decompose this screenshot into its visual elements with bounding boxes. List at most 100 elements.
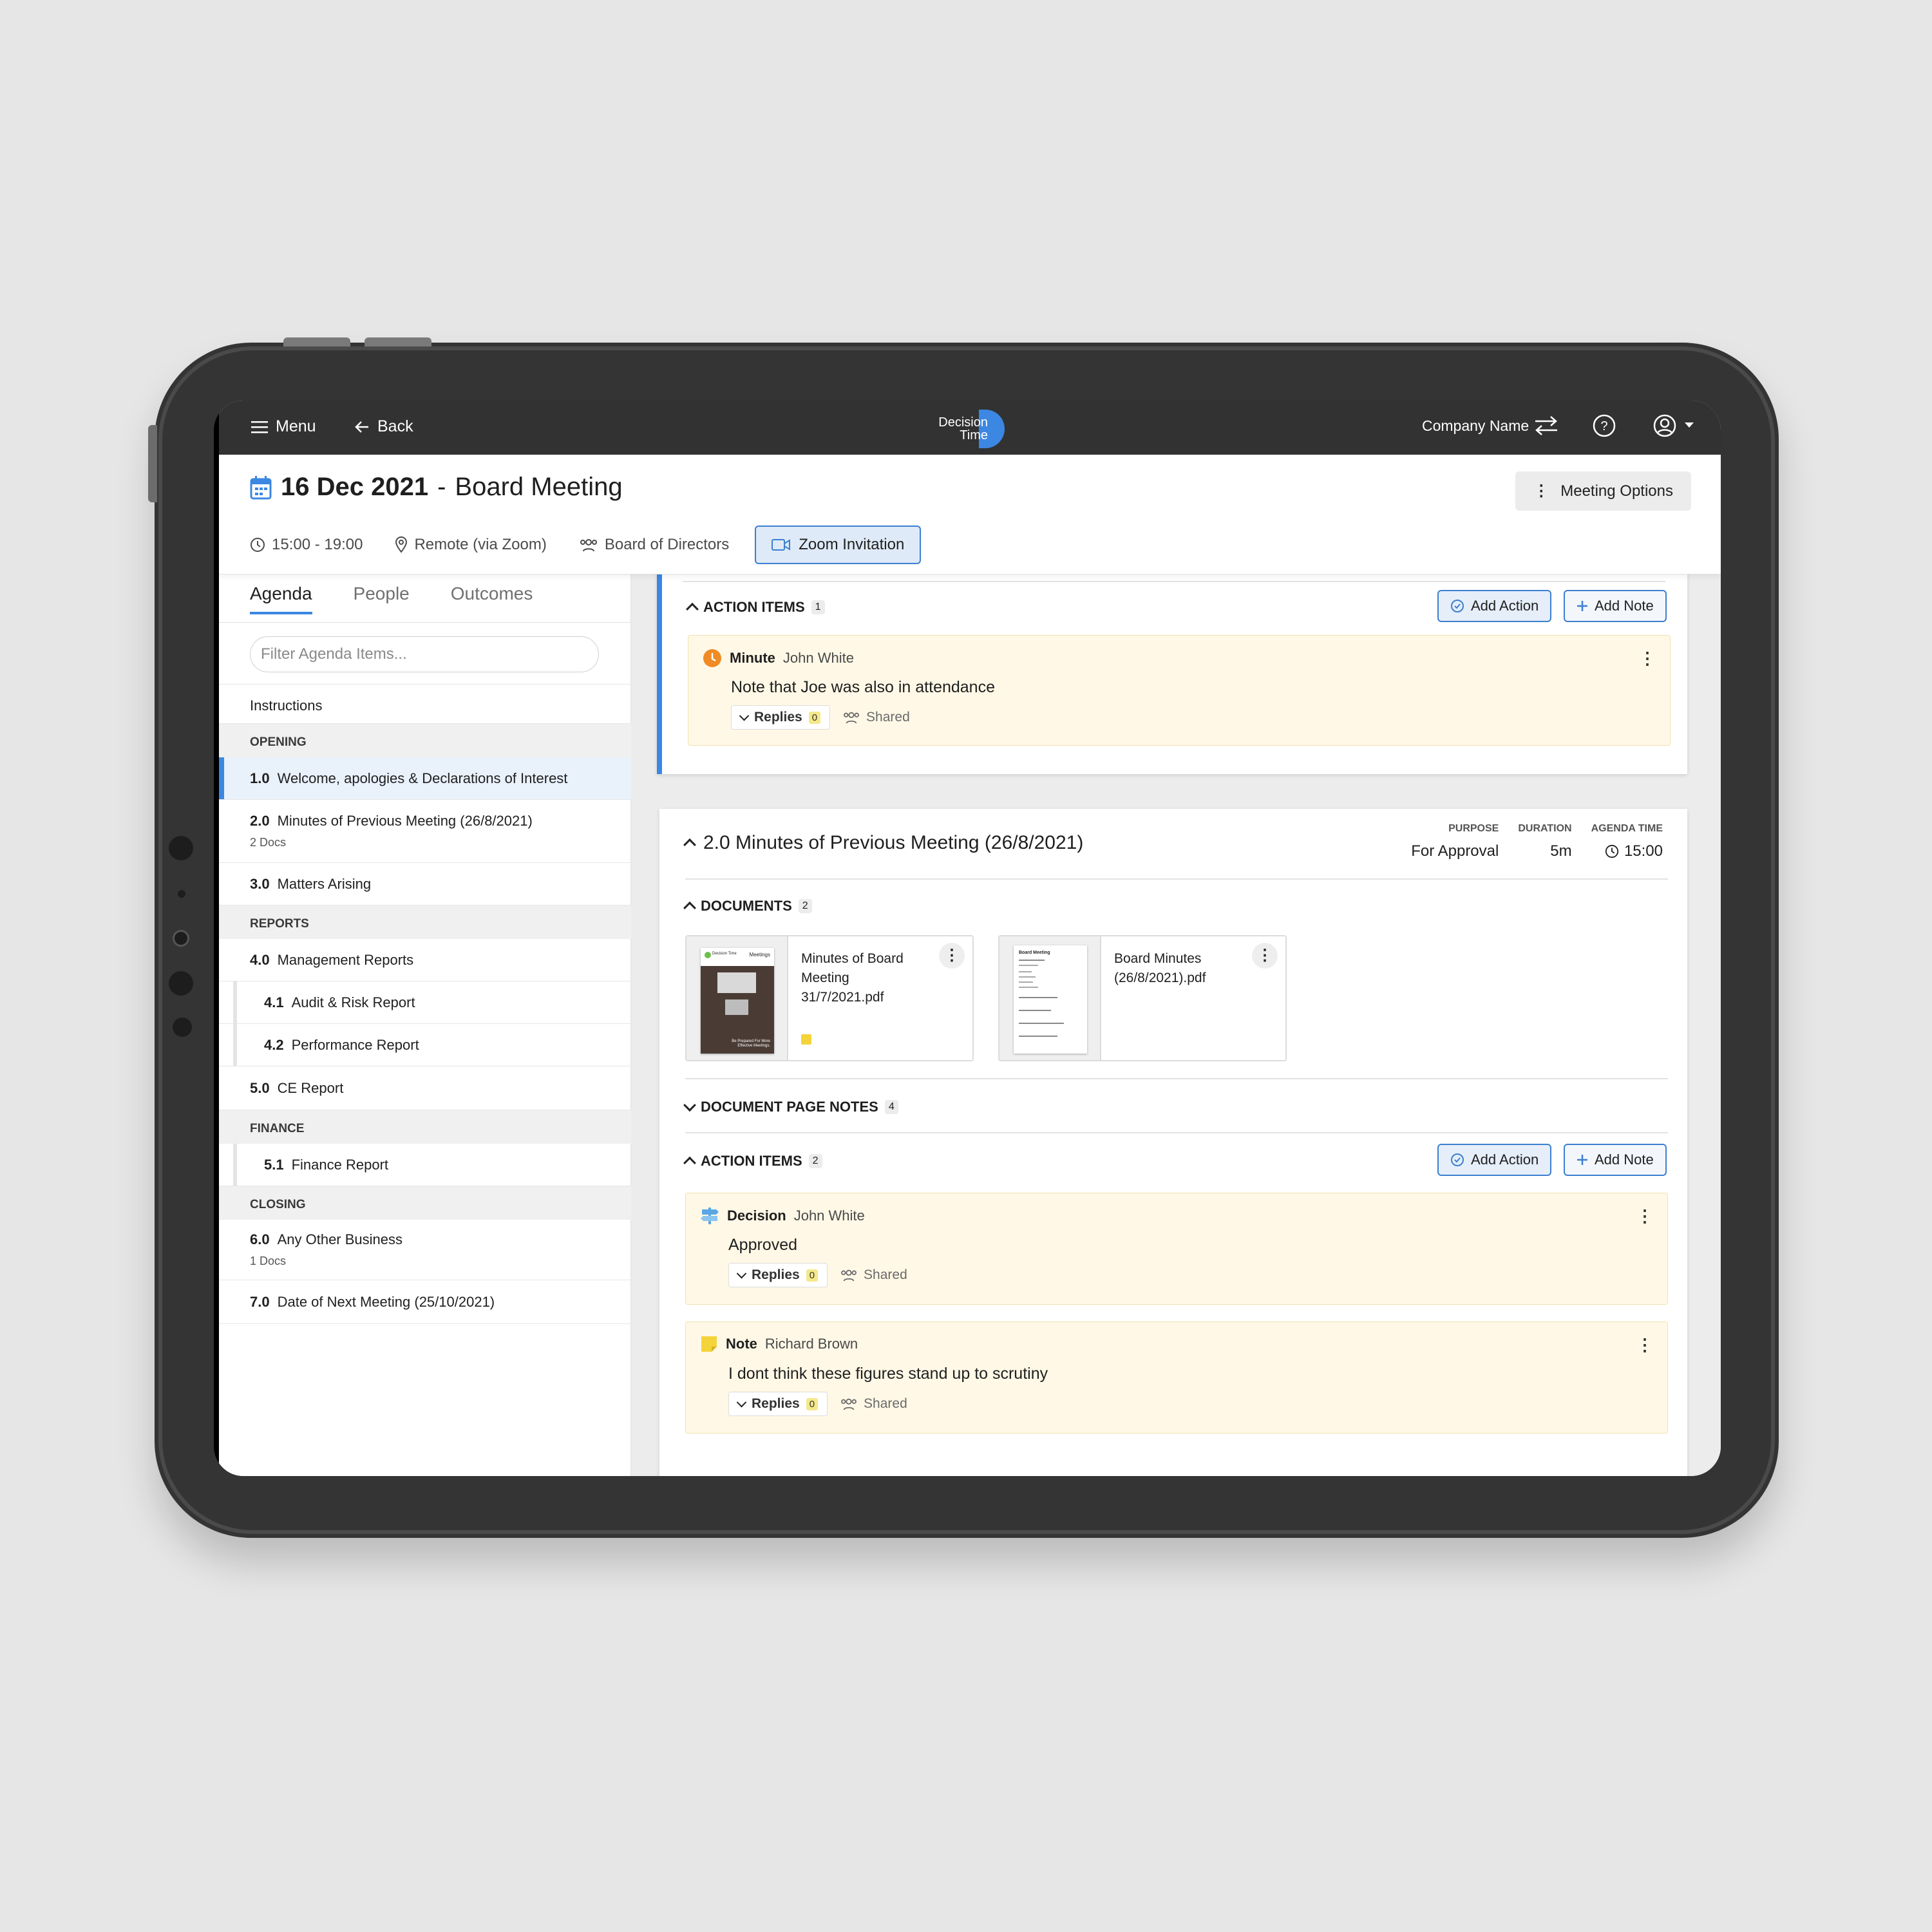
video-camera-icon <box>772 539 791 551</box>
agenda-instructions[interactable]: Instructions <box>219 684 631 724</box>
note-author: John White <box>782 650 854 666</box>
agenda-item-card-1-0: ACTION ITEMS 1 Add Action Add Note Minut… <box>657 574 1687 774</box>
action-items-header[interactable]: ACTION ITEMS 2 <box>683 1153 822 1170</box>
signpost-icon <box>701 1208 719 1224</box>
meeting-options-button[interactable]: ⋮ Meeting Options <box>1515 471 1691 511</box>
help-icon: ? <box>1593 414 1616 437</box>
add-action-button[interactable]: Add Action <box>1437 590 1552 622</box>
meeting-group-label: Board of Directors <box>604 536 730 553</box>
section-closing: CLOSING <box>219 1186 631 1220</box>
documents-count: 2 <box>798 899 812 913</box>
documents-label: DOCUMENTS <box>701 898 792 914</box>
replies-label: Replies <box>752 1267 800 1282</box>
meeting-date: 16 Dec 2021 <box>281 473 429 501</box>
agenda-item-label: Management Reports <box>277 951 414 968</box>
camera-sensor <box>169 836 193 860</box>
replies-button[interactable]: Replies 0 <box>731 705 831 730</box>
add-note-button[interactable]: Add Note <box>1564 1144 1667 1176</box>
agenda-item-4-2[interactable]: 4.2 Performance Report <box>219 1024 631 1066</box>
agenda-item-label: Audit & Risk Report <box>291 994 415 1010</box>
note-footer: Replies 0 Shared <box>728 1263 907 1287</box>
note-kebab-menu[interactable]: ⋮ <box>1636 1335 1653 1355</box>
document-page-notes-header[interactable]: DOCUMENT PAGE NOTES 4 <box>683 1099 898 1115</box>
replies-button[interactable]: Replies 0 <box>728 1392 828 1416</box>
agenda-item-5-1[interactable]: 5.1 Finance Report <box>219 1144 631 1186</box>
chevron-down-icon <box>736 1268 747 1278</box>
tab-outcomes[interactable]: Outcomes <box>451 583 533 614</box>
chevron-up-icon <box>683 1156 696 1170</box>
shared-indicator: Shared <box>839 1267 907 1283</box>
clock-icon <box>251 538 265 552</box>
volume-down-button <box>365 337 431 346</box>
location-pin-icon <box>395 536 408 553</box>
plus-icon <box>1577 1155 1587 1165</box>
note-author: Richard Brown <box>764 1336 858 1352</box>
user-circle-icon <box>1653 414 1676 437</box>
action-items-label: ACTION ITEMS <box>703 599 805 615</box>
menu-button[interactable]: Menu <box>251 417 316 436</box>
company-name[interactable]: Company Name <box>1422 417 1529 435</box>
replies-label: Replies <box>754 710 802 724</box>
note-header: Minute John White <box>703 649 854 668</box>
agenda-item-label: Finance Report <box>291 1156 389 1173</box>
agenda-item-stats: PURPOSE For Approval DURATION 5m AGENDA … <box>1411 823 1663 860</box>
shared-label: Shared <box>866 710 910 724</box>
agenda-item-4-1[interactable]: 4.1 Audit & Risk Report <box>219 981 631 1024</box>
user-account-menu[interactable] <box>1653 413 1694 438</box>
agenda-item-label: Performance Report <box>291 1036 419 1053</box>
meeting-name: Board Meeting <box>455 473 623 501</box>
help-button[interactable]: ? <box>1592 413 1616 438</box>
people-icon <box>841 1269 857 1282</box>
tab-agenda[interactable]: Agenda <box>250 583 312 614</box>
agenda-item-1-0[interactable]: 1.0 Welcome, apologies & Declarations of … <box>219 757 631 800</box>
agenda-item-title[interactable]: 2.0 Minutes of Previous Meeting (26/8/20… <box>683 832 1084 854</box>
meeting-header: 16 Dec 2021 - Board Meeting 15:00 - 19:0… <box>219 455 1721 574</box>
tab-people[interactable]: People <box>354 583 410 614</box>
page-notes-label: DOCUMENT PAGE NOTES <box>701 1099 878 1115</box>
filter-agenda-input[interactable] <box>250 636 599 672</box>
add-action-label: Add Action <box>1471 1151 1539 1168</box>
zoom-invitation-button[interactable]: Zoom Invitation <box>755 526 922 564</box>
agenda-sidebar: Agenda People Outcomes Instructions OPEN… <box>219 574 631 1476</box>
decision-note: Decision John White Approved Replies 0 S… <box>685 1193 1668 1305</box>
documents-header[interactable]: DOCUMENTS 2 <box>683 898 812 914</box>
note-type: Decision <box>727 1208 786 1224</box>
agenda-item-title-label: 2.0 Minutes of Previous Meeting (26/8/20… <box>703 832 1084 853</box>
agenda-list: Instructions OPENING 1.0 Welcome, apologi… <box>219 684 631 1324</box>
agenda-item-5-0[interactable]: 5.0 CE Report <box>219 1066 631 1110</box>
add-action-button[interactable]: Add Action <box>1437 1144 1552 1176</box>
document-card[interactable]: Decision Time Meetings Be Prepared For M… <box>685 935 974 1061</box>
agenda-item-4-0[interactable]: 4.0 Management Reports <box>219 939 631 981</box>
add-note-button[interactable]: Add Note <box>1564 590 1667 622</box>
zoom-invitation-label: Zoom Invitation <box>799 536 905 553</box>
action-items-header[interactable]: ACTION ITEMS 1 <box>686 599 825 616</box>
document-kebab-menu[interactable]: ⋮ <box>1252 943 1278 969</box>
logo-text: Decision Time <box>938 415 988 442</box>
general-note: Note Richard Brown I dont think these fi… <box>685 1321 1668 1434</box>
minute-note: Minute John White Note that Joe was also… <box>688 635 1671 746</box>
agenda-item-7-0[interactable]: 7.0 Date of Next Meeting (25/10/2021) <box>219 1280 631 1324</box>
back-button[interactable]: Back <box>354 417 413 436</box>
calendar-icon <box>250 475 272 499</box>
sticky-note-icon <box>701 1336 717 1352</box>
meeting-title: 16 Dec 2021 - Board Meeting <box>250 473 623 502</box>
chevron-up-icon <box>686 602 699 616</box>
replies-count: 0 <box>806 1397 819 1410</box>
svg-text:?: ? <box>1600 419 1607 433</box>
switch-company-button[interactable] <box>1534 415 1558 437</box>
agenda-item-2-0[interactable]: 2.0 Minutes of Previous Meeting (26/8/202… <box>219 800 631 863</box>
thumb-title: Board Meeting <box>1019 951 1050 955</box>
document-kebab-menu[interactable]: ⋮ <box>939 943 965 969</box>
note-kebab-menu[interactable]: ⋮ <box>1636 1206 1653 1226</box>
note-type: Note <box>726 1336 757 1352</box>
replies-button[interactable]: Replies 0 <box>728 1263 828 1287</box>
volume-up-button <box>283 337 350 346</box>
document-thumbnail: Board Meeting <box>999 936 1101 1060</box>
document-card[interactable]: Board Meeting Board Minutes (26/8/2021).… <box>998 935 1287 1061</box>
chevron-up-icon <box>683 901 696 914</box>
note-kebab-menu[interactable]: ⋮ <box>1639 649 1656 668</box>
agenda-item-6-0[interactable]: 6.0 Any Other Business 1 Docs <box>219 1220 631 1280</box>
agenda-item-docs: 1 Docs <box>250 1255 287 1267</box>
agenda-item-3-0[interactable]: 3.0 Matters Arising <box>219 863 631 905</box>
sticky-note-icon <box>801 1034 811 1045</box>
